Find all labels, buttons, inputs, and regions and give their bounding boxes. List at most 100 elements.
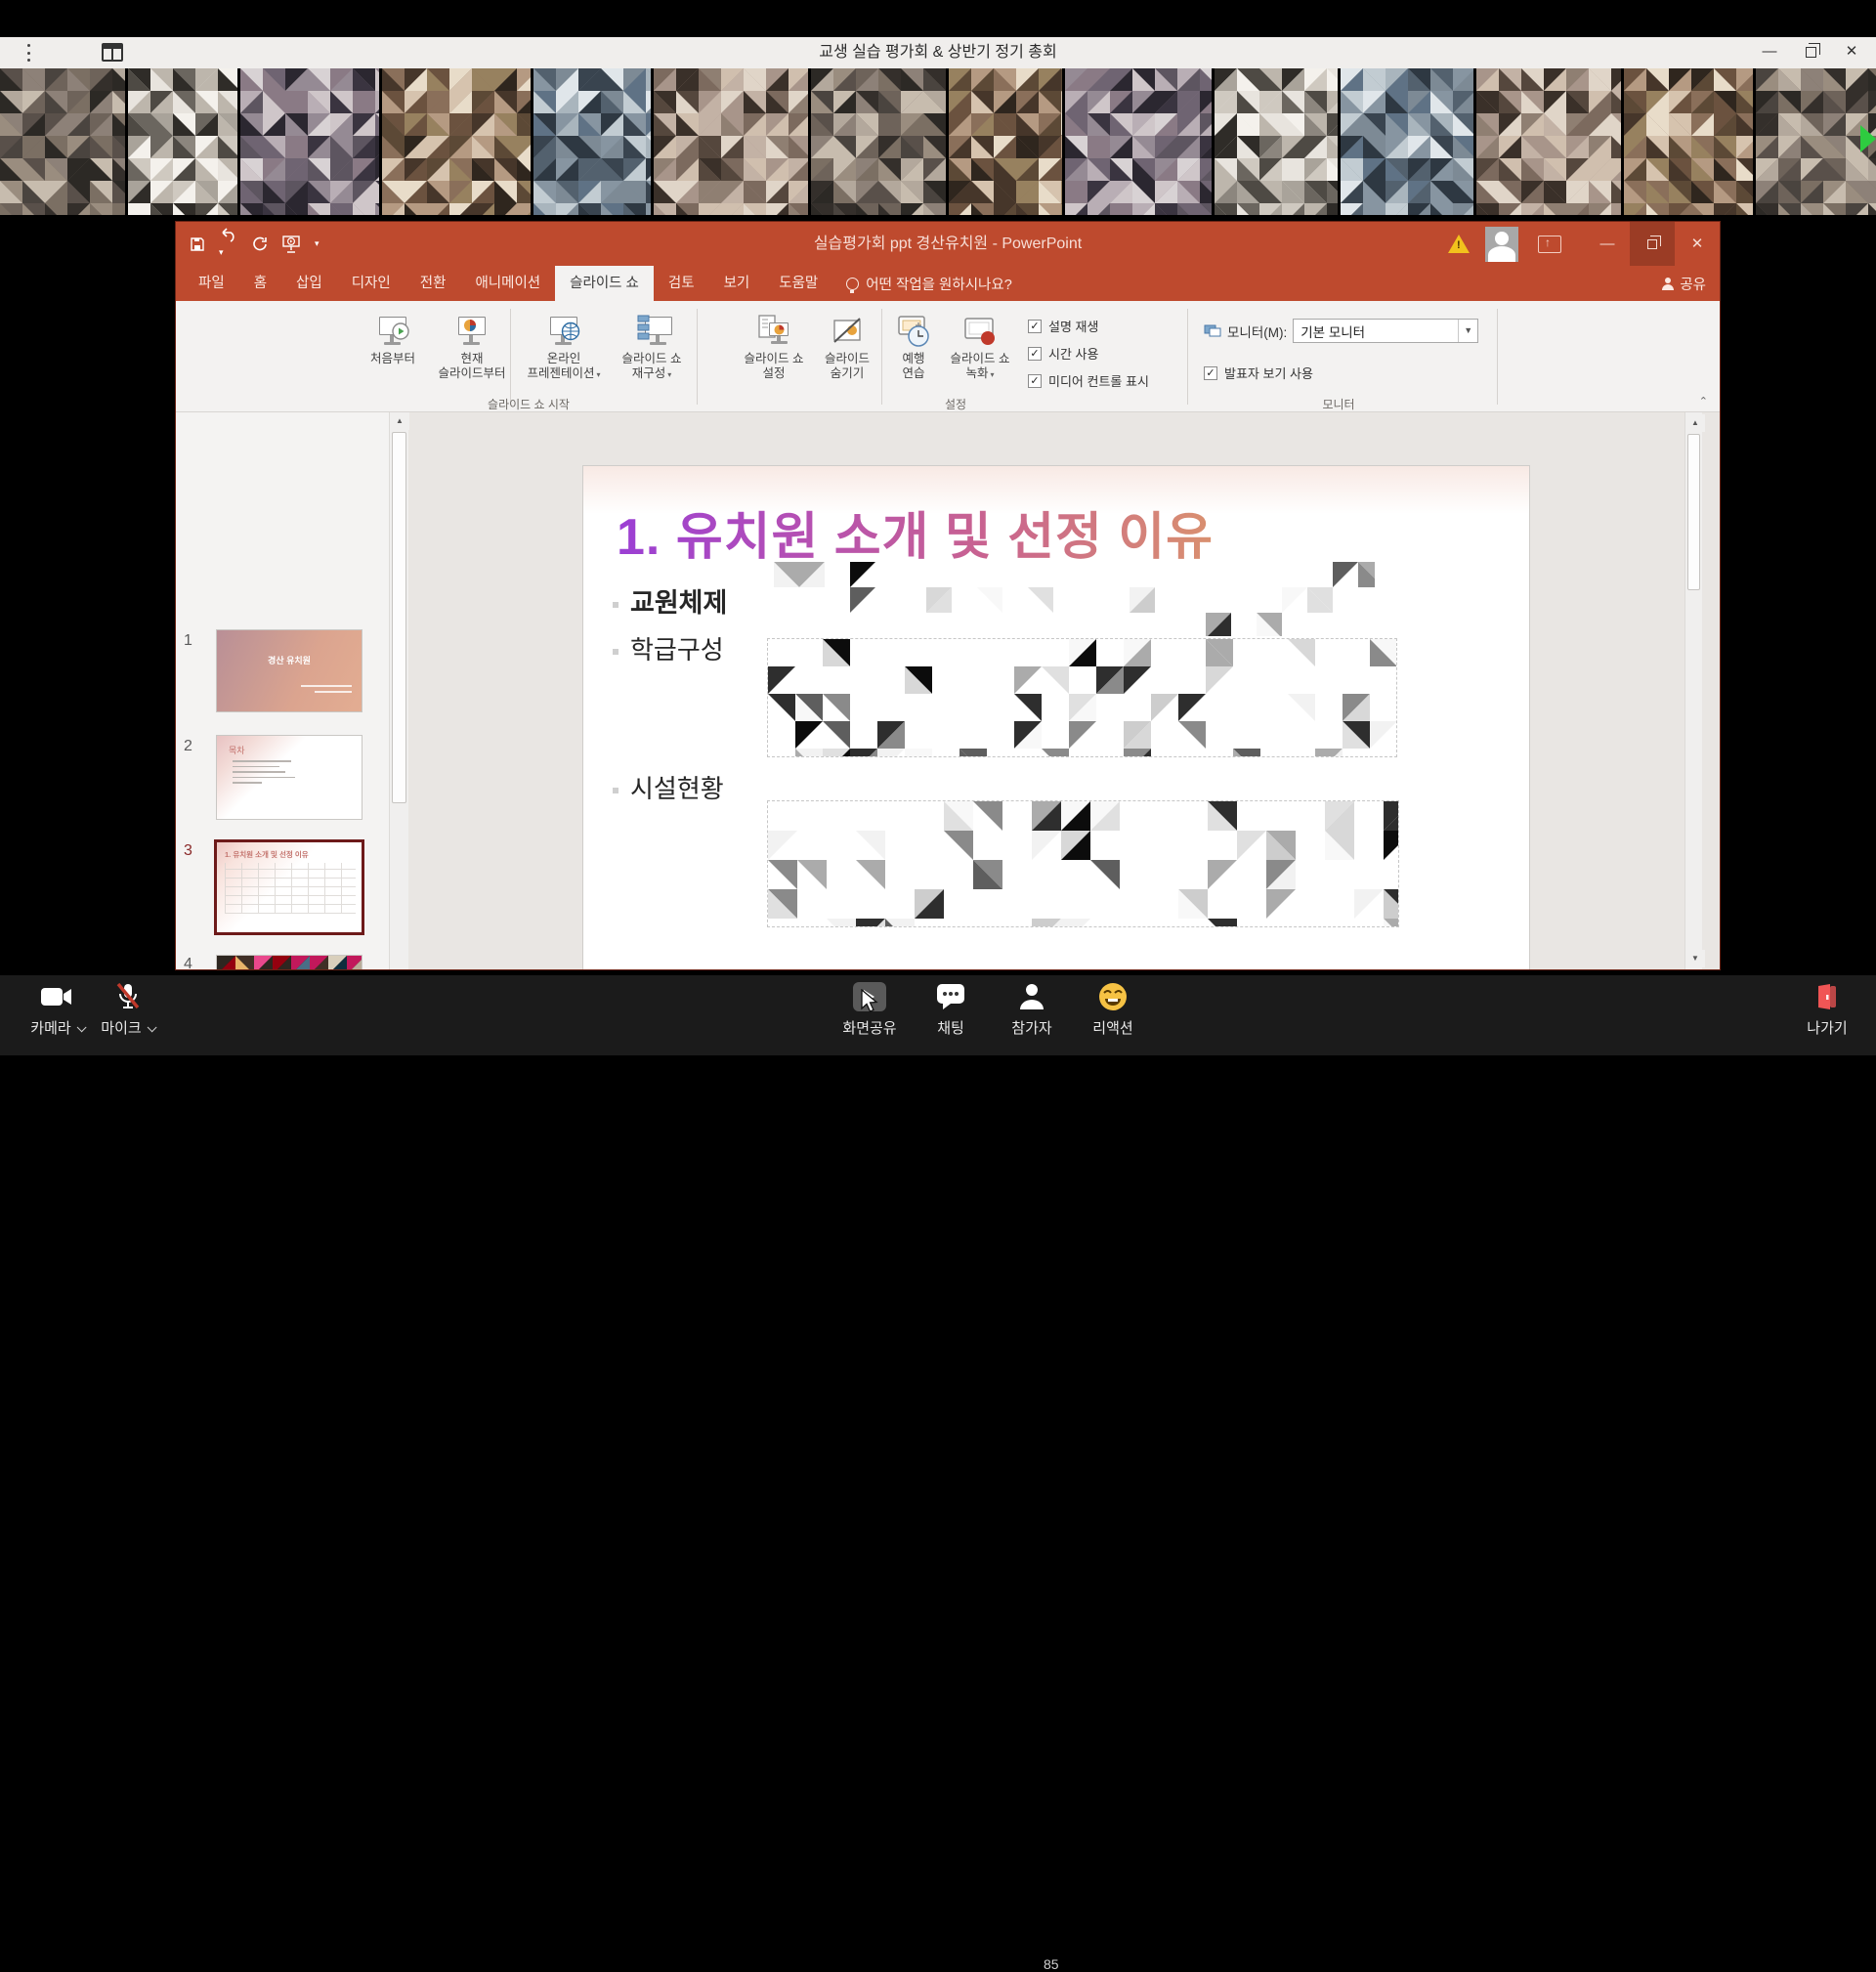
rehearse-timings-button[interactable]: 예행 연습 — [886, 307, 941, 381]
tab-animations[interactable]: 애니메이션 — [460, 266, 555, 301]
tab-slideshow[interactable]: 슬라이드 쇼 — [555, 266, 654, 301]
collapse-ribbon-icon[interactable]: ⌃ — [1699, 395, 1708, 407]
panel-scrollbar[interactable]: ▲ — [389, 412, 408, 969]
setup-show-icon — [733, 307, 815, 348]
monitor-select[interactable]: 기본 모니터 ▼ — [1293, 319, 1478, 343]
participant-video[interactable] — [0, 68, 125, 215]
tab-review[interactable]: 검토 — [654, 266, 709, 301]
ppt-restore-button[interactable] — [1630, 222, 1675, 266]
titlebar-right-controls: ! — ✕ — [1448, 222, 1720, 266]
participant-video[interactable] — [1341, 68, 1473, 215]
slide-2-number: 2 — [184, 738, 205, 755]
strip-scroll-next-icon[interactable] — [1860, 125, 1876, 152]
reactions-emoji-icon — [1076, 979, 1150, 1014]
use-timings-checkbox[interactable]: ✓시간 사용 — [1028, 344, 1098, 363]
from-beginning-button[interactable]: 처음부터 — [362, 307, 424, 366]
play-narrations-checkbox[interactable]: ✓설명 재생 — [1028, 317, 1098, 335]
reactions-button[interactable]: 리액션 — [1076, 979, 1150, 1038]
ppt-minimize-button[interactable]: — — [1585, 222, 1630, 266]
scroll-down-icon[interactable]: ▼ — [1685, 950, 1705, 967]
censored-table-region — [767, 638, 1397, 757]
tab-transitions[interactable]: 전환 — [405, 266, 461, 301]
camera-icon — [20, 979, 94, 1014]
from-current-slide-button[interactable]: 현재 슬라이드부터 — [433, 307, 511, 381]
hide-slide-icon — [817, 307, 877, 348]
save-icon[interactable] — [190, 236, 205, 252]
select-dropdown-icon[interactable]: ▼ — [1458, 320, 1477, 342]
bullet-marker — [613, 649, 618, 655]
ppt-content-area: 1 1 1 경산 유치원 — [176, 412, 1720, 969]
tab-design[interactable]: 디자인 — [337, 266, 405, 301]
show-media-controls-checkbox[interactable]: ✓미디어 컨트롤 표시 — [1028, 371, 1149, 390]
monitor-row: 모니터(M): 기본 모니터 ▼ — [1204, 319, 1478, 343]
custom-slideshow-button[interactable]: 슬라이드 쇼 재구성▾ — [610, 307, 694, 382]
participant-video[interactable] — [382, 68, 531, 215]
dropdown-arrow-icon: ▾ — [991, 370, 995, 379]
presenter-view-checkbox[interactable]: ✓발표자 보기 사용 — [1204, 364, 1313, 382]
slide-1-number: 1 — [184, 632, 205, 650]
chevron-down-icon[interactable] — [76, 1022, 86, 1032]
monitor-group-label: 모니터 — [1322, 396, 1354, 412]
customize-qat-icon[interactable]: ▾ — [315, 238, 320, 249]
scroll-up-icon[interactable]: ▲ — [390, 412, 409, 430]
redo-icon[interactable] — [252, 236, 268, 252]
participant-video[interactable] — [128, 68, 237, 215]
chevron-down-icon[interactable] — [147, 1022, 156, 1032]
chat-icon — [914, 979, 988, 1014]
slide-canvas[interactable]: 1. 유치원 소개 및 선정 이유 교원체제 학급구성 시설현황 — [583, 466, 1529, 969]
tab-insert[interactable]: 삽입 — [281, 266, 337, 301]
participants-button[interactable]: 참가자 — [995, 979, 1069, 1038]
scroll-up-icon[interactable]: ▲ — [1685, 414, 1705, 432]
participant-video[interactable] — [949, 68, 1062, 215]
editor-scrollbar[interactable]: ▲ ▼ — [1684, 412, 1702, 969]
window-close-button[interactable]: ✕ — [1835, 37, 1868, 68]
ribbon: 처음부터 현재 슬라이드부터 온라인 프레젠테이션▾ 슬라이드 쇼 재구성▾ 슬… — [176, 301, 1720, 412]
participant-video[interactable] — [240, 68, 379, 215]
camera-button[interactable]: 카메라 — [20, 979, 94, 1038]
hide-slide-button[interactable]: 슬라이드 숨기기 — [817, 307, 877, 381]
record-slideshow-button[interactable]: 슬라이드 쇼 녹화▾ — [941, 307, 1019, 382]
start-slideshow-icon[interactable] — [281, 236, 301, 253]
undo-button[interactable]: ▾ — [219, 228, 238, 260]
slide-1-mini-title: 경산 유치원 — [217, 654, 362, 666]
mic-button-muted[interactable]: 마이크 — [90, 979, 164, 1038]
leave-button[interactable]: 나가기 — [1790, 979, 1864, 1038]
chat-button[interactable]: 채팅 — [914, 979, 988, 1038]
slide-2-thumbnail[interactable]: 목차 — [217, 736, 362, 819]
participant-video[interactable] — [1215, 68, 1338, 215]
setup-slideshow-button[interactable]: 슬라이드 쇼 설정 — [733, 307, 815, 381]
participant-video[interactable] — [811, 68, 946, 215]
participant-video[interactable] — [1065, 68, 1212, 215]
editor-scroll-thumb[interactable] — [1687, 434, 1700, 590]
restore-icon — [1806, 47, 1816, 58]
participant-video[interactable] — [1624, 68, 1753, 215]
participant-video[interactable] — [1476, 68, 1621, 215]
tab-home[interactable]: 홈 — [239, 266, 281, 301]
tab-help[interactable]: 도움말 — [764, 266, 832, 301]
warning-icon[interactable]: ! — [1448, 235, 1470, 253]
undo-dropdown-icon[interactable]: ▾ — [219, 247, 224, 257]
share-button[interactable]: 공유 — [1661, 266, 1706, 301]
participant-video[interactable] — [1756, 68, 1876, 215]
window-minimize-button[interactable]: — — [1753, 37, 1786, 68]
bullet-marker — [613, 602, 618, 608]
present-online-button[interactable]: 온라인 프레젠테이션▾ — [524, 307, 604, 382]
account-avatar[interactable] — [1485, 227, 1518, 262]
ppt-close-button[interactable]: ✕ — [1675, 222, 1720, 266]
monitor-icon — [1204, 324, 1221, 338]
tab-view[interactable]: 보기 — [709, 266, 765, 301]
participant-video[interactable] — [654, 68, 808, 215]
monitor-select-value: 기본 모니터 — [1294, 322, 1458, 341]
tab-file[interactable]: 파일 — [184, 266, 239, 301]
participant-video[interactable] — [533, 68, 651, 215]
slide-3-thumbnail-selected[interactable]: 1. 유치원 소개 및 선정 이유 — [217, 842, 362, 932]
ribbon-display-options-icon[interactable] — [1538, 236, 1561, 253]
tell-me-box[interactable]: 어떤 작업을 원하시나요? — [832, 266, 1026, 301]
panel-scroll-thumb[interactable] — [392, 432, 406, 803]
participant-video-strip — [0, 68, 1876, 215]
slide-1-thumbnail[interactable]: 경산 유치원 — [217, 630, 362, 711]
person-icon — [1661, 278, 1674, 290]
slide-4-thumbnail[interactable] — [217, 956, 362, 969]
participants-count: 85 — [1044, 1956, 1059, 1972]
window-restore-button[interactable] — [1794, 37, 1827, 68]
